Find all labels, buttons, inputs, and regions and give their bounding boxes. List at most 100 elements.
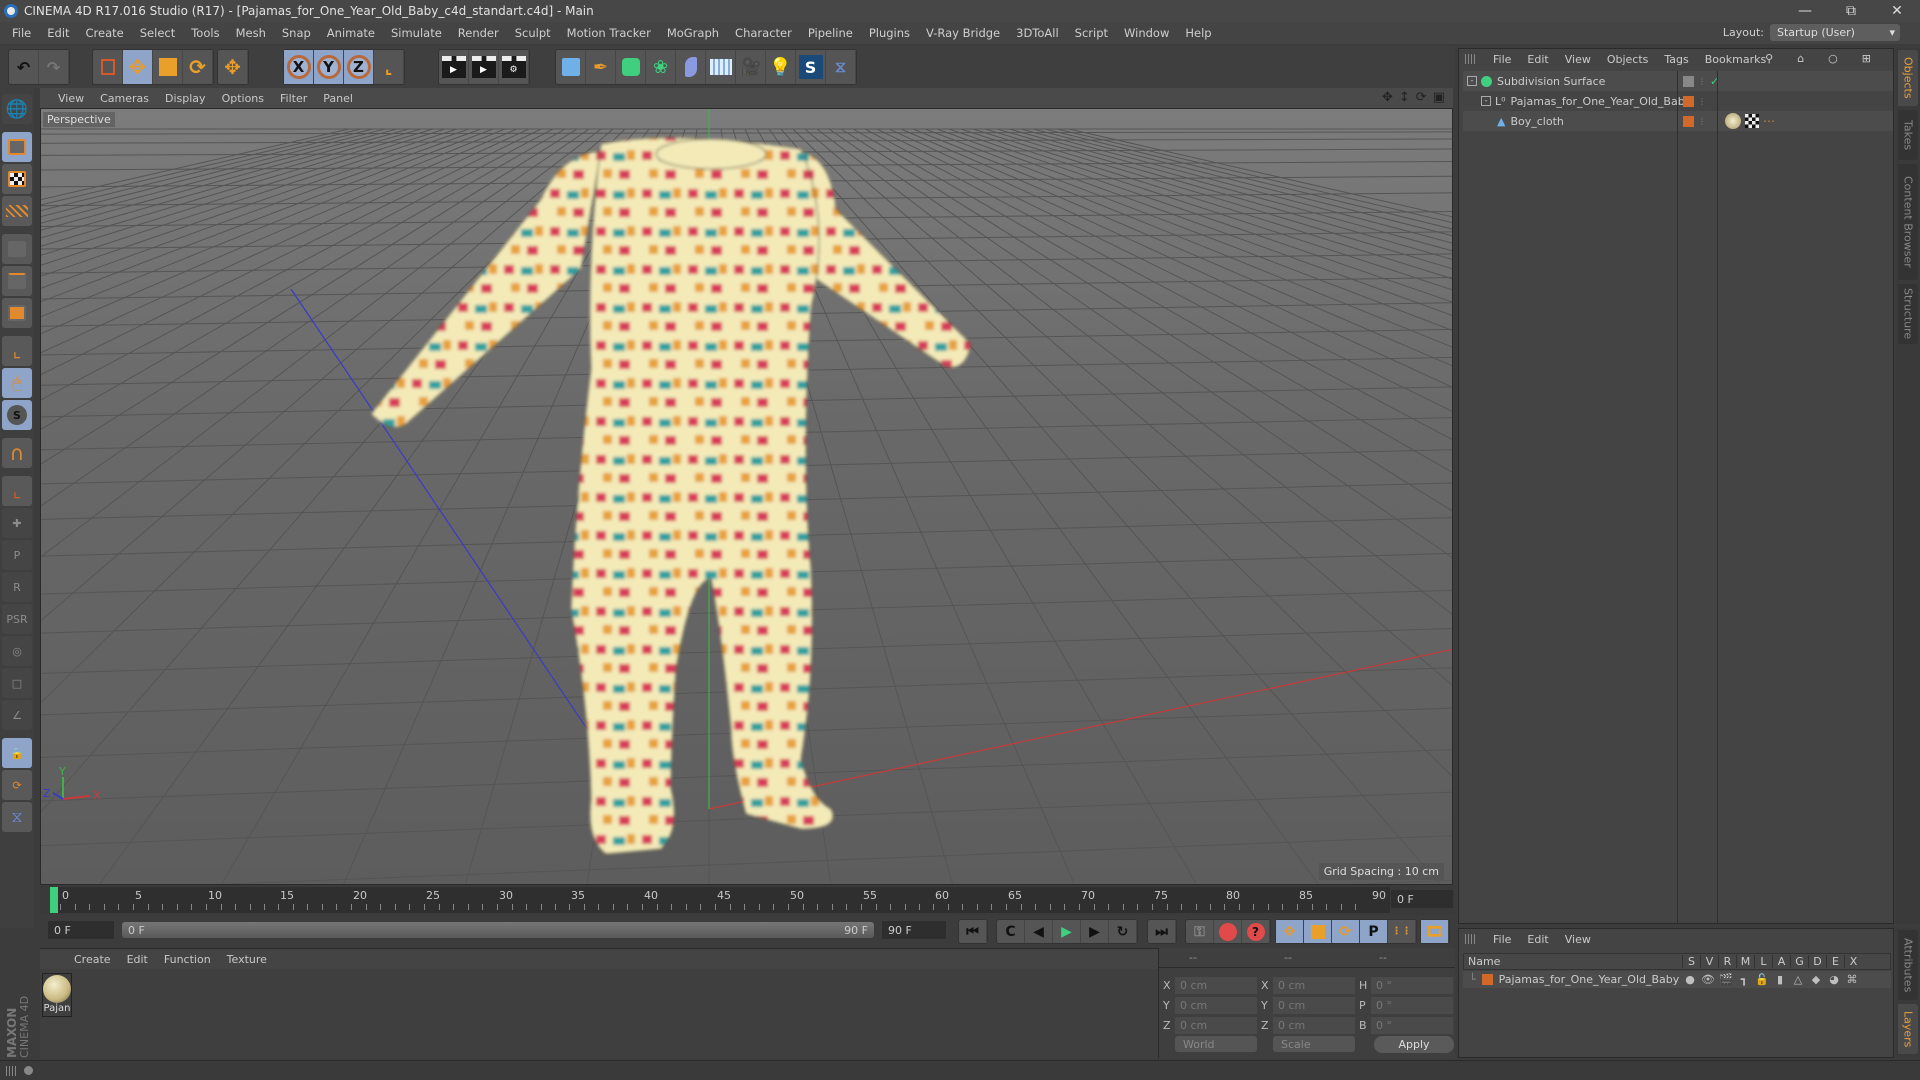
- align-workplane-button[interactable]: ⟳: [2, 770, 32, 800]
- visibility-dots-icon[interactable]: ⋮: [1698, 97, 1706, 106]
- maximize-view-icon[interactable]: ▣: [1433, 90, 1445, 105]
- edges-mode-button[interactable]: [2, 266, 32, 296]
- col-render[interactable]: R: [1718, 955, 1736, 968]
- rot-p-field[interactable]: 0 °: [1371, 996, 1453, 1014]
- viewport-menu-panel[interactable]: Panel: [315, 92, 361, 105]
- animation-toggle-icon[interactable]: ▮: [1771, 973, 1789, 986]
- view-toggle-icon[interactable]: 👁: [1699, 973, 1717, 986]
- menu-file[interactable]: File: [4, 26, 39, 40]
- frame-range-slider[interactable]: 0 F 90 F: [122, 922, 874, 938]
- coordinate-system-button[interactable]: ⌞: [374, 50, 404, 84]
- pos-y-field[interactable]: 0 cm: [1175, 996, 1257, 1014]
- layer-color-icon[interactable]: [1481, 974, 1493, 985]
- dolly-icon[interactable]: ↕: [1399, 90, 1410, 105]
- key-rotation-button[interactable]: ⟳: [1332, 920, 1360, 943]
- ik-r-button[interactable]: R: [2, 572, 32, 602]
- col-solo[interactable]: S: [1682, 955, 1700, 968]
- manager-toggle-icon[interactable]: ┓: [1735, 973, 1753, 986]
- light-button[interactable]: 💡: [766, 50, 796, 84]
- generators-toggle-icon[interactable]: △: [1789, 973, 1807, 986]
- xrefs-toggle-icon[interactable]: ⌘: [1843, 973, 1861, 986]
- cloner-button[interactable]: ❀: [646, 50, 676, 84]
- record-keys-button[interactable]: ⚿: [1186, 920, 1214, 943]
- render-settings-button[interactable]: ⚙: [499, 50, 529, 84]
- col-locked[interactable]: L: [1754, 955, 1772, 968]
- visibility-dots-icon[interactable]: ⋮: [1698, 77, 1706, 86]
- material-tag-icon[interactable]: [1725, 113, 1741, 129]
- menu-3dtoall[interactable]: 3DToAll: [1008, 26, 1067, 40]
- orbit-icon[interactable]: ⟳: [1416, 90, 1427, 105]
- keyframe-selection-button[interactable]: ?: [1242, 920, 1270, 943]
- material-menu-create[interactable]: Create: [66, 953, 119, 966]
- home-icon[interactable]: ⌂: [1789, 52, 1812, 65]
- menu-mesh[interactable]: Mesh: [228, 26, 274, 40]
- current-frame-field[interactable]: 0 F: [1391, 890, 1453, 908]
- deformer-button[interactable]: [676, 50, 706, 84]
- col-view[interactable]: V: [1700, 955, 1718, 968]
- col-manager[interactable]: M: [1736, 955, 1754, 968]
- object-menu-view[interactable]: View: [1557, 53, 1599, 66]
- cube-button[interactable]: [556, 50, 586, 84]
- menu-plugins[interactable]: Plugins: [861, 26, 918, 40]
- layer-menu-view[interactable]: View: [1557, 933, 1599, 946]
- viewport-menu-display[interactable]: Display: [157, 92, 214, 105]
- deformers-toggle-icon[interactable]: ◆: [1807, 973, 1825, 986]
- col-xrefs[interactable]: X: [1844, 955, 1862, 968]
- pen-spline-button[interactable]: ✒: [586, 50, 616, 84]
- menu-script[interactable]: Script: [1067, 26, 1116, 40]
- goto-end-button[interactable]: ⏭: [1148, 920, 1176, 943]
- col-deformers[interactable]: D: [1808, 955, 1826, 968]
- workplane-mode-button[interactable]: [2, 196, 32, 226]
- model-mode-button[interactable]: [2, 132, 32, 162]
- layer-menu-edit[interactable]: Edit: [1519, 933, 1556, 946]
- tab-attributes[interactable]: Attributes: [1898, 930, 1918, 1000]
- object-row-boy-cloth[interactable]: ▲ Boy_cloth ⋮ ⋯: [1463, 111, 1893, 131]
- key-position-button[interactable]: ✥: [1276, 920, 1304, 943]
- material-swatch[interactable]: Pajan: [42, 973, 72, 1017]
- python-script-button[interactable]: ⧖: [2, 802, 32, 832]
- tab-layers[interactable]: Layers: [1898, 1004, 1918, 1054]
- x-axis-button[interactable]: X: [284, 50, 314, 84]
- object-menu-edit[interactable]: Edit: [1519, 53, 1556, 66]
- menu-snap[interactable]: Snap: [274, 26, 319, 40]
- panel-grip[interactable]: [1465, 934, 1477, 944]
- pan-icon[interactable]: ✥: [1382, 90, 1393, 105]
- snap-button[interactable]: ∩: [2, 438, 32, 468]
- key-scale-button[interactable]: [1304, 920, 1332, 943]
- close-button[interactable]: ✕: [1874, 0, 1920, 22]
- tab-objects[interactable]: Objects: [1898, 50, 1918, 106]
- material-menu-texture[interactable]: Texture: [219, 953, 275, 966]
- col-animation[interactable]: A: [1772, 955, 1790, 968]
- ik-pose-button[interactable]: □: [2, 668, 32, 698]
- eye-icon[interactable]: ○: [1820, 52, 1846, 65]
- play-button[interactable]: ▶: [1053, 920, 1081, 943]
- camera-button[interactable]: 🎥: [736, 50, 766, 84]
- joint-tool-button[interactable]: ✚: [2, 508, 32, 538]
- coordinate-space-dropdown[interactable]: World: [1175, 1036, 1257, 1052]
- new-panel-icon[interactable]: ⊞: [1854, 52, 1879, 65]
- render-view-button[interactable]: ▶: [439, 50, 469, 84]
- panel-grip[interactable]: [1465, 54, 1477, 64]
- ik-psr-button[interactable]: PSR: [2, 604, 32, 634]
- col-generators[interactable]: G: [1790, 955, 1808, 968]
- next-frame-button[interactable]: ▶: [1081, 920, 1109, 943]
- live-selection-button[interactable]: [93, 50, 123, 84]
- y-axis-button[interactable]: Y: [314, 50, 344, 84]
- uvw-tag-icon[interactable]: [1745, 114, 1759, 128]
- subdivision-surface-button[interactable]: [616, 50, 646, 84]
- viewport-menu-options[interactable]: Options: [214, 92, 272, 105]
- rot-b-field[interactable]: 0 °: [1371, 1016, 1453, 1034]
- key-parameter-button[interactable]: P: [1360, 920, 1388, 943]
- prev-key-button[interactable]: C: [997, 920, 1025, 943]
- menu-mograph[interactable]: MoGraph: [659, 26, 727, 40]
- prev-frame-button[interactable]: ◀: [1025, 920, 1053, 943]
- panel-grip[interactable]: [6, 1066, 18, 1076]
- viewport-menu-view[interactable]: View: [50, 92, 92, 105]
- lock-workplane-button[interactable]: 🔒: [2, 738, 32, 768]
- menu-character[interactable]: Character: [727, 26, 800, 40]
- expressions-toggle-icon[interactable]: ◕: [1825, 973, 1843, 986]
- viewport-menu-filter[interactable]: Filter: [272, 92, 315, 105]
- collapse-icon[interactable]: -: [1481, 96, 1491, 106]
- render-picture-viewer-button[interactable]: ▶: [469, 50, 499, 84]
- ik-angle-button[interactable]: ∠: [2, 700, 32, 730]
